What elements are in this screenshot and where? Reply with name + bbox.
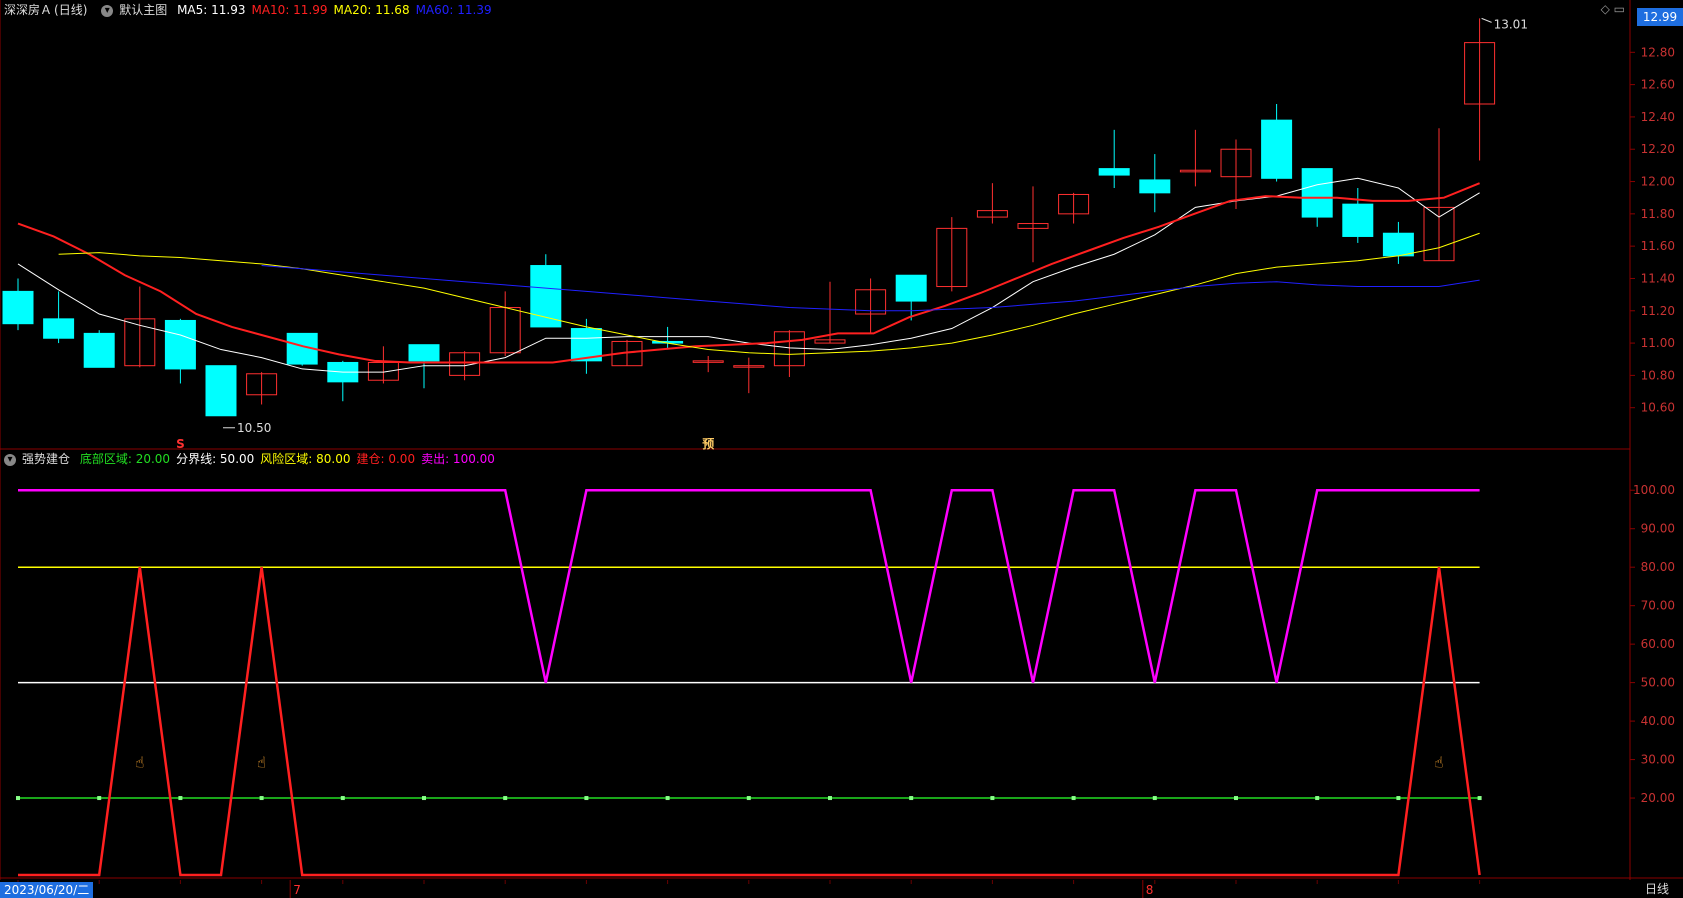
indicator-line-卖出 (18, 488, 1480, 683)
ma-legend-item-3: MA60: 11.39 (415, 3, 492, 17)
ma-legend-item-0: MA5: 11.93 (177, 3, 246, 17)
price-tick-label: 12.80 (1641, 45, 1675, 59)
hand-pointer-icon: ☝ (257, 753, 266, 771)
indicator-tick-label: 90.00 (1641, 522, 1675, 536)
main-chart-header: 深深房Ａ (日线) ▾ 默认主图 MA5: 11.93 MA10: 11.99 MA20… (0, 0, 504, 20)
price-tick-label: 12.20 (1641, 142, 1675, 156)
indicator-param-3: 建仓: 0.00 (356, 452, 416, 466)
max-price-label: 13.01 (1494, 17, 1528, 31)
ma-legend-item-2: MA20: 11.68 (333, 3, 410, 17)
indicator-param-1: 分界线: 50.00 (176, 452, 255, 466)
indicator-tick-label: 80.00 (1641, 560, 1675, 574)
indicator-tick-label: 30.00 (1641, 753, 1675, 767)
hand-pointer-icon: ☝ (1434, 753, 1443, 771)
bottom-zone-dot (1152, 796, 1157, 801)
candle-body (895, 274, 927, 302)
bottom-zone-dot (1234, 796, 1238, 801)
ma-line-ma10 (17, 182, 1480, 364)
indicator-tick-label: 70.00 (1641, 599, 1675, 613)
bottom-zone-dot (422, 796, 426, 801)
max-price-pointer (1481, 17, 1492, 23)
bottom-zone-dot (340, 796, 345, 801)
bottom-zone-dot (16, 796, 20, 801)
indicator-params: 底部区域: 20.00 分界线: 50.00 风险区域: 80.00 建仓: 0.00… (80, 452, 501, 466)
candle-body (205, 365, 237, 417)
price-tick-label: 12.00 (1641, 175, 1675, 189)
price-tick-label: 11.00 (1641, 336, 1675, 350)
price-tick-label: 11.80 (1641, 207, 1675, 221)
candle-body (164, 319, 196, 370)
price-tick-label: 11.20 (1641, 304, 1675, 318)
bottom-zone-dot (909, 796, 914, 801)
indicator-line-建仓 (18, 567, 1481, 877)
chevron-down-icon[interactable]: ▾ (101, 4, 114, 17)
bottom-zone-dot (828, 796, 832, 801)
bottom-zone-dot (97, 796, 102, 801)
price-tick-label: 12.40 (1641, 110, 1675, 124)
bottom-zone-dot (259, 796, 264, 801)
min-price-label: 10.50 (237, 421, 271, 435)
indicator-tick-label: 50.00 (1641, 676, 1675, 690)
price-tick-label: 10.60 (1641, 401, 1675, 415)
price-tick-label: 11.40 (1641, 271, 1675, 285)
bottom-zone-dot (1396, 796, 1401, 801)
indicator-tick-label: 40.00 (1641, 714, 1675, 728)
indicator-tick-label: 60.00 (1641, 637, 1675, 651)
month-marker-label: 7 (293, 883, 301, 897)
candle-body (43, 318, 75, 339)
stock-name[interactable]: 深深房Ａ (4, 3, 52, 17)
current-price-tag: 12.99 (1637, 8, 1683, 26)
indicator-param-2: 风险区域: 80.00 (260, 452, 351, 466)
candle-body (408, 344, 440, 362)
chevron-down-icon[interactable]: ▾ (4, 453, 16, 466)
indicator-tick-label: 100.00 (1633, 483, 1675, 497)
period-button[interactable]: 日线 (1645, 880, 1669, 897)
indicator-param-0: 底部区域: 20.00 (79, 452, 171, 466)
candle-body (1382, 232, 1414, 257)
candle-body (1139, 179, 1171, 194)
candle-body (2, 290, 34, 325)
price-tick-label: 11.60 (1641, 239, 1675, 253)
bottom-zone-dot (503, 796, 508, 801)
candle-body (1261, 119, 1293, 179)
indicator-tick-label: 20.00 (1641, 791, 1675, 805)
bottom-zone-dot (584, 796, 589, 801)
signal-marker: 预 (702, 437, 714, 451)
candle-body (1301, 168, 1333, 218)
bottom-zone-dot (1477, 796, 1482, 801)
start-date-label: 2023/06/20/二 (0, 882, 94, 898)
price-tick-label: 12.60 (1641, 78, 1675, 92)
indicator-header: ▾ 强势建仓 底部区域: 20.00 分界线: 50.00 风险区域: 80.00 建仓… (0, 449, 507, 469)
view-toggle-icons[interactable]: ◇ ▭ (1601, 2, 1625, 16)
indicator-param-4: 卖出: 100.00 (421, 452, 495, 466)
bottom-zone-dot (178, 796, 183, 801)
candle-body (1098, 168, 1130, 176)
ma-legend-item-1: MA10: 11.99 (251, 3, 328, 17)
ma-legend: MA5: 11.93 MA10: 11.99 MA20: 11.68 MA60: 11… (177, 3, 498, 17)
candle-body (83, 332, 115, 368)
period-tag: (日线) (54, 3, 88, 17)
ma-line-ma20 (58, 232, 1480, 355)
bottom-zone-dot (990, 796, 995, 801)
bottom-zone-dot (665, 796, 670, 801)
candle-body (1342, 203, 1374, 237)
bottom-zone-dot (1071, 796, 1076, 801)
template-name[interactable]: 默认主图 (119, 3, 167, 17)
bottom-zone-dot (1315, 796, 1320, 801)
indicator-name[interactable]: 强势建仓 (22, 452, 70, 466)
hand-pointer-icon: ☝ (135, 753, 144, 771)
month-marker-label: 8 (1146, 883, 1154, 897)
bottom-zone-dot (746, 796, 751, 801)
price-tick-label: 10.80 (1641, 368, 1675, 382)
